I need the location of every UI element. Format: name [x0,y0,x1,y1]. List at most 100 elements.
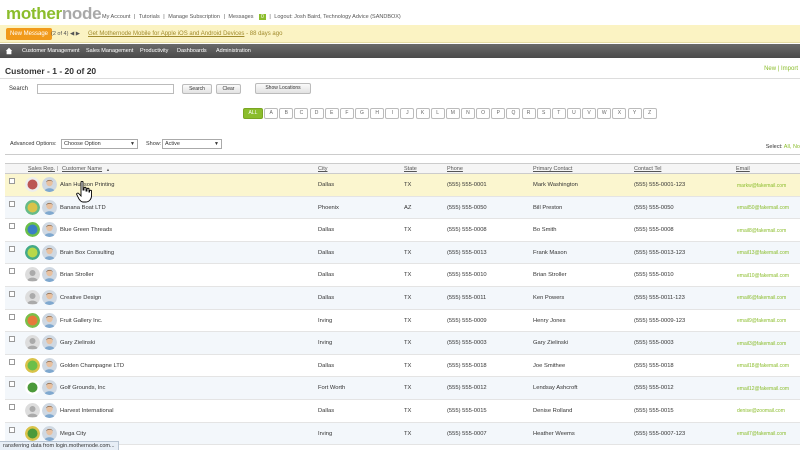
messages-link[interactable]: Messages [228,14,253,20]
sales-rep-avatar[interactable] [42,425,57,441]
th-state[interactable]: State [404,166,417,172]
sales-rep-avatar[interactable] [42,222,57,238]
alpha-filter-k[interactable]: K [415,108,430,119]
primary-contact-cell[interactable]: Gary Zielinski [533,340,568,346]
alpha-filter-all[interactable]: ALL [243,108,263,119]
primary-contact-cell[interactable]: Heather Weems [533,431,575,437]
tutorials-link[interactable]: Tutorials [139,14,160,20]
logout-link[interactable]: Logout: Josh Baird, Technology Advice (S… [274,14,400,20]
row-checkbox[interactable] [9,336,15,343]
th-city[interactable]: City [318,166,327,172]
advanced-options-select[interactable]: Choose Option ▼ [61,139,138,149]
row-checkbox[interactable] [9,426,15,433]
th-sales-rep[interactable]: Sales Rep. [28,166,55,172]
table-row[interactable]: Brain Box Consulting Dallas TX (555) 555-00… [5,241,800,265]
alpha-filter-p[interactable]: P [491,108,506,119]
primary-contact-cell[interactable]: Ken Powers [533,295,564,301]
alpha-filter-z[interactable]: Z [642,108,657,119]
row-checkbox[interactable] [9,358,15,365]
alpha-filter-y[interactable]: Y [627,108,642,119]
sales-rep-avatar[interactable] [42,380,57,396]
primary-contact-cell[interactable]: Joe Smithee [533,363,565,369]
row-checkbox[interactable] [9,223,15,230]
customer-name-cell[interactable]: Golf Grounds, Inc [60,385,105,391]
sales-rep-avatar[interactable] [42,402,57,418]
alpha-filter-o[interactable]: O [476,108,491,119]
row-checkbox[interactable] [9,403,15,410]
mothernode-logo[interactable]: mothernode [6,4,102,24]
nav-administration[interactable]: Administration [216,48,251,54]
alpha-filter-c[interactable]: C [294,108,309,119]
alpha-filter-e[interactable]: E [324,108,339,119]
select-all-none-link[interactable]: All, No [784,144,800,150]
sales-rep-avatar[interactable] [42,335,57,351]
th-primary-contact[interactable]: Primary Contact [533,166,572,172]
alpha-filter-m[interactable]: M [445,108,460,119]
alpha-filter-a[interactable]: A [264,108,279,119]
alpha-filter-x[interactable]: X [612,108,627,119]
nav-dashboards[interactable]: Dashboards [177,48,207,54]
primary-contact-cell[interactable]: Henry Jones [533,318,566,324]
alpha-filter-g[interactable]: G [354,108,369,119]
table-row[interactable]: Creative Design Dallas TX (555) 555-0011 Ken… [5,286,800,310]
sales-rep-avatar[interactable] [42,244,57,260]
customer-name-cell[interactable]: Creative Design [60,295,101,301]
th-email[interactable]: Email [736,166,750,172]
email-cell[interactable]: email50@fakemail.com [737,205,789,211]
row-checkbox[interactable] [9,290,15,297]
email-cell[interactable]: markw@fakemail.com [737,183,786,189]
email-cell[interactable]: email13@fakemail.com [737,250,789,256]
customer-name-cell[interactable]: Blue Green Threads [60,227,112,233]
th-customer-name[interactable]: Customer Name [62,166,102,172]
my-account-link[interactable]: My Account [102,14,130,20]
email-cell[interactable]: email8@fakemail.com [737,228,786,234]
nav-customer-management[interactable]: Customer Management [22,48,79,54]
alpha-filter-s[interactable]: S [536,108,551,119]
show-select[interactable]: Active ▼ [162,139,222,149]
home-icon[interactable] [5,47,13,55]
new-link[interactable]: New [764,66,776,72]
row-checkbox[interactable] [9,200,15,207]
alpha-filter-w[interactable]: W [597,108,612,119]
table-row[interactable]: Banana Boat LTD Phoenix AZ (555) 555-0050 Bi… [5,196,800,220]
show-locations-button[interactable]: Show Locations [255,83,311,94]
alpha-filter-n[interactable]: N [460,108,475,119]
primary-contact-cell[interactable]: Mark Washington [533,182,578,188]
email-cell[interactable]: email12@fakemail.com [737,386,789,392]
customer-name-cell[interactable]: Banana Boat LTD [60,205,106,211]
row-checkbox[interactable] [9,381,15,388]
primary-contact-cell[interactable]: Denise Rolland [533,408,572,414]
table-row[interactable]: Gary Zielinski Irving TX (555) 555-0003 Gary… [5,332,800,355]
row-checkbox[interactable] [9,313,15,320]
sales-rep-avatar[interactable] [42,289,57,305]
sales-rep-avatar[interactable] [42,177,57,192]
alpha-filter-f[interactable]: F [339,108,354,119]
alpha-filter-d[interactable]: D [309,108,324,119]
search-input[interactable] [37,84,174,94]
alpha-filter-t[interactable]: T [551,108,566,119]
search-button[interactable]: Search [182,84,212,94]
notice-link[interactable]: Get Mothernode Mobile for Apple iOS and … [88,31,244,37]
row-checkbox[interactable] [9,245,15,252]
sales-rep-avatar[interactable] [42,199,57,215]
row-checkbox[interactable] [9,268,15,275]
th-contact-tel[interactable]: Contact Tel [634,166,661,172]
customer-name-cell[interactable]: Brian Stroller [60,272,94,278]
import-link[interactable]: Import [781,66,798,72]
next-arrow-icon[interactable]: ▶ [76,31,80,37]
email-cell[interactable]: email10@fakemail.com [737,273,789,279]
alpha-filter-r[interactable]: R [521,108,536,119]
alpha-filter-u[interactable]: U [566,108,581,119]
prev-arrow-icon[interactable]: ◀ [70,31,74,37]
customer-name-cell[interactable]: Brain Box Consulting [60,250,114,256]
primary-contact-cell[interactable]: Frank Mason [533,250,567,256]
alpha-filter-q[interactable]: Q [506,108,521,119]
table-row[interactable]: Alan Hudson Printing Dallas TX (555) 555-00… [5,174,800,197]
alpha-filter-l[interactable]: L [430,108,445,119]
primary-contact-cell[interactable]: Brian Stroller [533,272,567,278]
email-cell[interactable]: email6@fakemail.com [737,295,786,301]
table-row[interactable]: Mega City Irving TX (555) 555-0007 Heather W… [5,422,800,446]
customer-name-cell[interactable]: Golden Champagne LTD [60,363,124,369]
customer-name-cell[interactable]: Fruit Gallery Inc. [60,318,103,324]
table-row[interactable]: Brian Stroller Dallas TX (555) 555-0010 Bria… [5,264,800,287]
